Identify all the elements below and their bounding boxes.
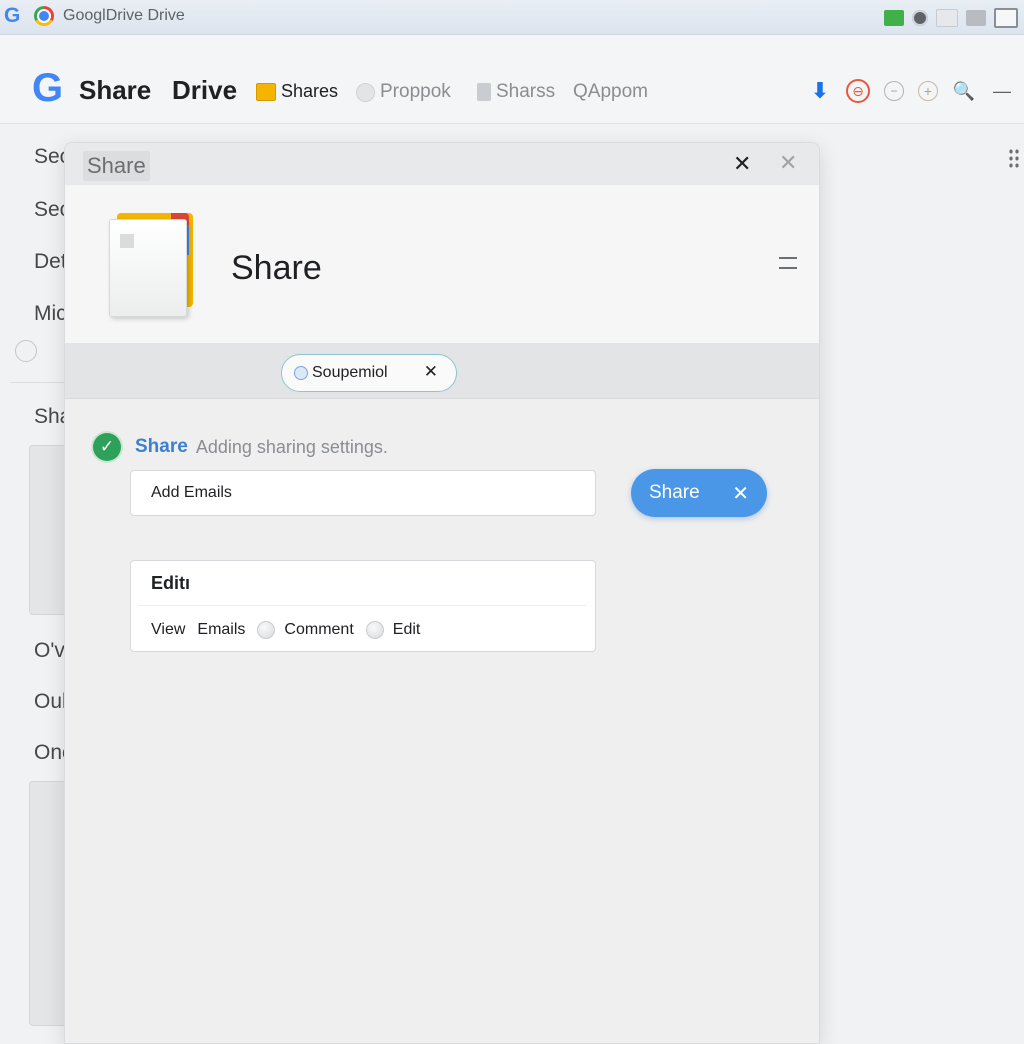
option-edit[interactable]: Edit [365,621,421,639]
brand-drive: Drive [172,75,238,105]
circle-icon [356,82,375,102]
share-button[interactable]: Share ✕ [631,469,767,517]
tab-sharss[interactable]: Sharss [477,81,555,103]
minimize-icon[interactable] [936,9,958,27]
google-logo-icon: G [4,4,21,27]
header-actions: ⬇ ⊖ − + 🔍 — [808,78,1014,103]
sidebar-item-mic[interactable]: Mic [34,302,67,326]
file-icon [109,213,195,317]
brand-share: Share [79,75,152,105]
menu-icon[interactable] [779,257,797,269]
check-icon: ✓ [93,433,121,461]
tab-shares[interactable]: Shares [256,81,338,102]
permissions-options: View Emails Comment Edit [151,621,432,639]
chrome-logo-icon [34,6,54,26]
search-icon[interactable]: 🔍 [952,79,976,103]
brand-logo-icon[interactable]: G [32,68,63,108]
maximize-icon[interactable] [966,10,986,26]
add-emails-input[interactable] [130,470,596,516]
share-dialog: Share ✕ ✕ Share Soupemiol ✕ ✓ Share Addi… [64,142,820,1044]
edit-radio[interactable] [365,621,384,639]
window-title: GooglDrive Drive [63,7,185,24]
dialog-header: Share ✕ ✕ [65,143,819,185]
dialog-hero: Share [65,185,819,344]
option-label: Edit [392,621,421,638]
close-secondary-icon[interactable]: ✕ [779,150,797,176]
tab-qappom[interactable]: QAppom [573,81,648,103]
dialog-heading: Share [231,249,322,287]
doc-icon [477,83,491,101]
option-view[interactable]: View [151,621,185,639]
tab-label: Shares [281,81,339,101]
more-options-icon[interactable] [1008,148,1020,168]
green-status-icon[interactable] [884,10,904,26]
restore-icon[interactable] [994,8,1018,28]
sidebar-item-det[interactable]: Det [34,250,67,274]
share-button-close-icon[interactable]: ✕ [732,481,749,506]
record-icon[interactable] [912,10,928,26]
share-notice: ✓ Share Adding sharing settings. [93,433,388,461]
folder-icon [256,82,276,101]
chip-avatar-icon [294,366,308,380]
tab-label: Proppok [380,81,451,102]
tab-proppok[interactable]: Proppok [356,81,451,103]
sidebar-radio[interactable] [15,340,37,362]
tab-label: Sharss [496,81,556,102]
share-button-label: Share [649,482,700,503]
download-icon[interactable]: ⬇ [808,78,832,103]
browser-titlebar: G GooglDrive Drive [0,0,1024,35]
permissions-card: Editı View Emails Comment Edit [130,560,596,652]
window-controls [884,8,1018,28]
remove-circle-icon[interactable]: ⊖ [846,79,870,103]
permissions-title: Editı [151,573,190,593]
permissions-divider [139,605,587,606]
collapse-icon[interactable]: — [990,79,1014,103]
option-label: Comment [284,621,354,638]
chip-close-icon[interactable]: ✕ [424,362,438,382]
chip-label: Soupemiol [312,364,388,381]
zoom-in-icon[interactable]: + [918,81,938,101]
sidebar-divider [10,382,70,383]
option-label: View [151,621,186,638]
option-label: Emails [197,621,246,638]
comment-radio[interactable] [257,621,276,639]
close-icon[interactable]: ✕ [733,151,751,177]
app-header: G Share Drive Shares Proppok Sharss QApp… [0,35,1024,124]
option-emails[interactable]: Emails [197,621,245,639]
recipient-chip[interactable]: Soupemiol ✕ [281,354,457,392]
tab-label: QAppom [573,81,648,102]
notice-text: Adding sharing settings. [195,436,388,457]
sidebar-item-oul[interactable]: Oul [34,690,67,714]
option-comment[interactable]: Comment [257,621,354,639]
dialog-title: Share [83,151,150,181]
notice-title: Share [135,436,188,457]
zoom-out-icon[interactable]: − [884,81,904,101]
